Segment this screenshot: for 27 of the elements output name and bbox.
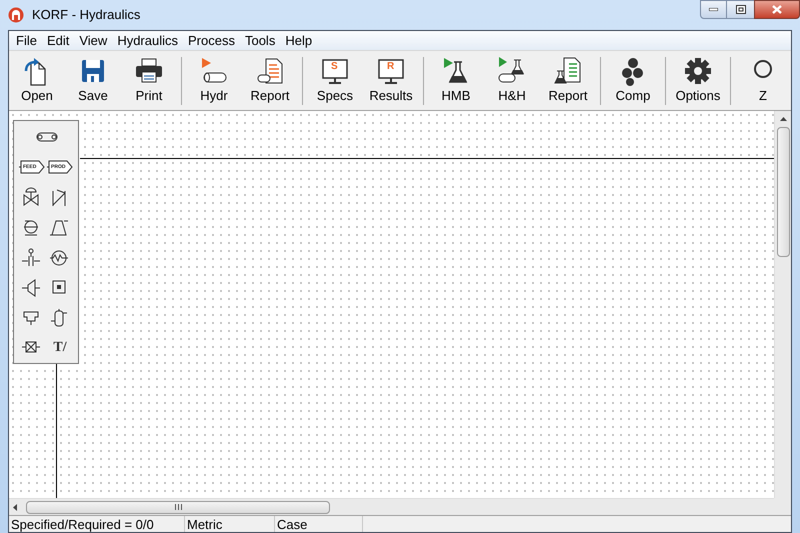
menu-item[interactable]: Tools (240, 31, 280, 50)
window-title: KORF - Hydraulics (32, 6, 140, 24)
toolbar-button[interactable]: Comp (605, 52, 661, 108)
menu-item[interactable]: Process (183, 31, 240, 50)
toolbar-button[interactable]: S Specs (307, 52, 363, 108)
status-field: Case (275, 516, 363, 532)
monitor-letter: R (387, 60, 394, 72)
monitor-letter: S (331, 60, 338, 72)
toolbar-button[interactable]: R Results (363, 52, 419, 108)
toolbar-button[interactable]: Options (670, 52, 726, 108)
toolbar-button[interactable]: Save (65, 52, 121, 108)
menu-item[interactable]: Hydraulics (112, 31, 183, 50)
text-tool-button[interactable]: T/ (46, 337, 74, 357)
toolbar-button[interactable]: Print (121, 52, 177, 108)
menu-item[interactable]: View (74, 31, 112, 50)
menu-item[interactable]: File (11, 31, 42, 50)
toolbar-button[interactable]: Report (242, 52, 298, 108)
status-field: Metric (185, 516, 275, 532)
toolbar-button[interactable]: Z (735, 52, 791, 108)
toolbar-button[interactable]: Open (9, 52, 65, 108)
toolbar-button[interactable]: Report (540, 52, 596, 108)
menu-item[interactable]: Help (280, 31, 318, 50)
status-field: Specified/Required = 0/0 (9, 516, 185, 532)
menu-item[interactable]: Edit (42, 31, 74, 50)
toolbar-button[interactable]: Hydr (186, 52, 242, 108)
toolbar-button[interactable]: H&H (484, 52, 540, 108)
toolbar-button[interactable]: HMB (428, 52, 484, 108)
